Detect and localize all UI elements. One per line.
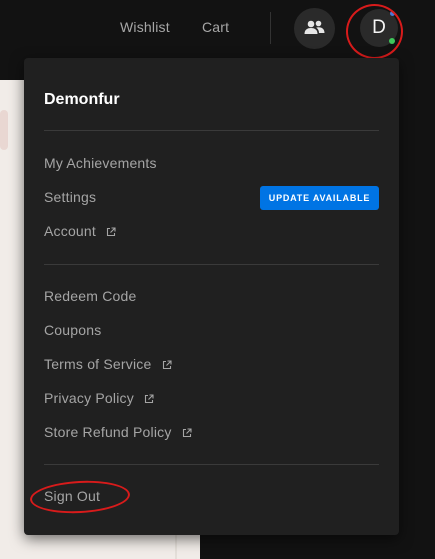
menu-item-label: Account [44,223,96,239]
top-navigation-bar: Wishlist Cart D [0,0,435,59]
menu-item-terms-of-service[interactable]: Terms of Service [44,356,172,372]
menu-item-label: Privacy Policy [44,390,134,406]
menu-divider [44,130,379,131]
menu-item-account[interactable]: Account [44,223,116,239]
menu-item-label: Redeem Code [44,288,137,304]
menu-item-label: Coupons [44,322,102,338]
external-link-icon [144,394,154,404]
external-link-icon [162,360,172,370]
menu-divider [44,264,379,265]
username-label: Demonfur [44,91,120,108]
external-link-icon [107,227,116,237]
menu-item-my-achievements[interactable]: My Achievements [44,155,157,171]
menu-item-coupons[interactable]: Coupons [44,322,101,338]
nav-divider [270,12,271,44]
account-dropdown-menu: Demonfur My Achievements Settings UPDATE… [24,58,399,535]
external-link-icon [182,428,192,438]
cart-link[interactable]: Cart [202,19,229,35]
menu-divider [44,464,379,465]
menu-item-settings[interactable]: Settings [44,189,96,205]
menu-item-label: Settings [44,189,97,205]
menu-item-redeem-code[interactable]: Redeem Code [44,288,136,304]
menu-item-label: Store Refund Policy [44,424,172,440]
annotation-circle-avatar [346,4,403,59]
friends-button[interactable] [294,8,335,49]
menu-item-privacy-policy[interactable]: Privacy Policy [44,390,154,406]
annotation-circle-sign-out [29,478,131,516]
background-detail [0,110,8,150]
menu-item-label: Terms of Service [44,356,152,372]
friends-icon [304,20,325,34]
menu-item-store-refund-policy[interactable]: Store Refund Policy [44,424,192,440]
update-available-badge[interactable]: UPDATE AVAILABLE [260,186,379,210]
wishlist-link[interactable]: Wishlist [120,19,170,35]
menu-item-label: My Achievements [44,155,157,171]
